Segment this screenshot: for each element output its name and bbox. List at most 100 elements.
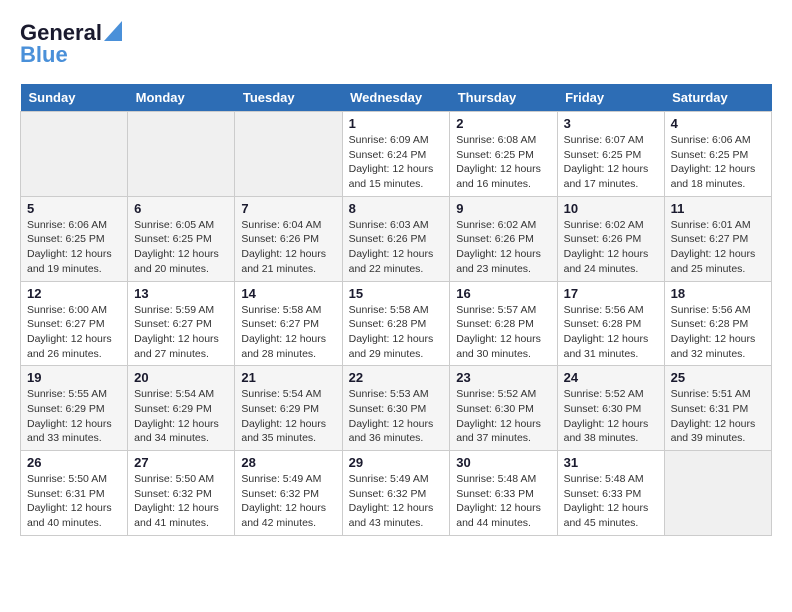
table-row: 11 Sunrise: 6:01 AMSunset: 6:27 PMDayligh… [664,196,771,281]
col-wednesday: Wednesday [342,84,450,112]
table-row: 6 Sunrise: 6:05 AMSunset: 6:25 PMDaylight… [128,196,235,281]
table-row: 31 Sunrise: 5:48 AMSunset: 6:33 PMDayligh… [557,451,664,536]
table-row: 18 Sunrise: 5:56 AMSunset: 6:28 PMDayligh… [664,281,771,366]
table-row [128,112,235,197]
table-row: 16 Sunrise: 5:57 AMSunset: 6:28 PMDayligh… [450,281,557,366]
day-info: Sunrise: 6:05 AMSunset: 6:25 PMDaylight:… [134,218,228,277]
day-info: Sunrise: 6:06 AMSunset: 6:25 PMDaylight:… [671,133,765,192]
day-info: Sunrise: 5:50 AMSunset: 6:32 PMDaylight:… [134,472,228,531]
logo: General Blue [20,20,122,68]
day-number: 2 [456,116,550,131]
day-info: Sunrise: 5:56 AMSunset: 6:28 PMDaylight:… [564,303,658,362]
logo-blue: Blue [20,42,68,68]
day-number: 3 [564,116,658,131]
day-number: 18 [671,286,765,301]
table-row: 22 Sunrise: 5:53 AMSunset: 6:30 PMDayligh… [342,366,450,451]
table-row: 8Sunrise: 6:03 AMSunset: 6:26 PMDaylight… [342,196,450,281]
col-saturday: Saturday [664,84,771,112]
day-number: 14 [241,286,335,301]
weekday-header-row: Sunday Monday Tuesday Wednesday Thursday… [21,84,772,112]
day-info: Sunrise: 5:49 AMSunset: 6:32 PMDaylight:… [349,472,444,531]
calendar-table: Sunday Monday Tuesday Wednesday Thursday… [20,84,772,536]
table-row: 13Sunrise: 5:59 AMSunset: 6:27 PMDayligh… [128,281,235,366]
day-number: 1 [349,116,444,131]
day-info: Sunrise: 5:54 AMSunset: 6:29 PMDaylight:… [241,387,335,446]
day-info: Sunrise: 5:48 AMSunset: 6:33 PMDaylight:… [456,472,550,531]
table-row: 21 Sunrise: 5:54 AMSunset: 6:29 PMDayligh… [235,366,342,451]
day-number: 6 [134,201,228,216]
table-row: 15 Sunrise: 5:58 AMSunset: 6:28 PMDayligh… [342,281,450,366]
col-friday: Friday [557,84,664,112]
day-number: 13 [134,286,228,301]
day-number: 10 [564,201,658,216]
day-number: 21 [241,370,335,385]
table-row: 24Sunrise: 5:52 AMSunset: 6:30 PMDayligh… [557,366,664,451]
table-row [664,451,771,536]
day-info: Sunrise: 6:02 AMSunset: 6:26 PMDaylight:… [456,218,550,277]
day-number: 9 [456,201,550,216]
day-number: 29 [349,455,444,470]
day-info: Sunrise: 5:58 AMSunset: 6:28 PMDaylight:… [349,303,444,362]
day-info: Sunrise: 6:00 AMSunset: 6:27 PMDaylight:… [27,303,121,362]
day-info: Sunrise: 5:52 AMSunset: 6:30 PMDaylight:… [564,387,658,446]
day-number: 17 [564,286,658,301]
day-info: Sunrise: 6:06 AMSunset: 6:25 PMDaylight:… [27,218,121,277]
table-row: 14 Sunrise: 5:58 AMSunset: 6:27 PMDayligh… [235,281,342,366]
calendar-week-row: 26 Sunrise: 5:50 AMSunset: 6:31 PMDayligh… [21,451,772,536]
day-info: Sunrise: 6:01 AMSunset: 6:27 PMDaylight:… [671,218,765,277]
table-row: 25Sunrise: 5:51 AMSunset: 6:31 PMDayligh… [664,366,771,451]
table-row: 2Sunrise: 6:08 AMSunset: 6:25 PMDaylight… [450,112,557,197]
calendar-week-row: 1Sunrise: 6:09 AMSunset: 6:24 PMDaylight… [21,112,772,197]
day-number: 8 [349,201,444,216]
table-row: 4Sunrise: 6:06 AMSunset: 6:25 PMDaylight… [664,112,771,197]
day-number: 26 [27,455,121,470]
table-row: 5Sunrise: 6:06 AMSunset: 6:25 PMDaylight… [21,196,128,281]
day-info: Sunrise: 6:07 AMSunset: 6:25 PMDaylight:… [564,133,658,192]
day-number: 7 [241,201,335,216]
col-sunday: Sunday [21,84,128,112]
col-thursday: Thursday [450,84,557,112]
day-info: Sunrise: 5:48 AMSunset: 6:33 PMDaylight:… [564,472,658,531]
day-number: 15 [349,286,444,301]
day-number: 19 [27,370,121,385]
day-info: Sunrise: 5:52 AMSunset: 6:30 PMDaylight:… [456,387,550,446]
day-number: 22 [349,370,444,385]
day-number: 20 [134,370,228,385]
day-info: Sunrise: 5:49 AMSunset: 6:32 PMDaylight:… [241,472,335,531]
day-number: 12 [27,286,121,301]
table-row: 28Sunrise: 5:49 AMSunset: 6:32 PMDayligh… [235,451,342,536]
day-info: Sunrise: 6:04 AMSunset: 6:26 PMDaylight:… [241,218,335,277]
table-row: 19 Sunrise: 5:55 AMSunset: 6:29 PMDayligh… [21,366,128,451]
col-tuesday: Tuesday [235,84,342,112]
table-row: 29 Sunrise: 5:49 AMSunset: 6:32 PMDayligh… [342,451,450,536]
table-row: 26 Sunrise: 5:50 AMSunset: 6:31 PMDayligh… [21,451,128,536]
table-row: 30 Sunrise: 5:48 AMSunset: 6:33 PMDayligh… [450,451,557,536]
day-number: 27 [134,455,228,470]
page-header: General Blue [20,20,772,68]
table-row: 17 Sunrise: 5:56 AMSunset: 6:28 PMDayligh… [557,281,664,366]
table-row: 27 Sunrise: 5:50 AMSunset: 6:32 PMDayligh… [128,451,235,536]
day-info: Sunrise: 5:56 AMSunset: 6:28 PMDaylight:… [671,303,765,362]
day-info: Sunrise: 5:55 AMSunset: 6:29 PMDaylight:… [27,387,121,446]
logo-triangle-icon [104,21,122,41]
day-info: Sunrise: 5:57 AMSunset: 6:28 PMDaylight:… [456,303,550,362]
day-info: Sunrise: 5:58 AMSunset: 6:27 PMDaylight:… [241,303,335,362]
calendar-week-row: 12 Sunrise: 6:00 AMSunset: 6:27 PMDayligh… [21,281,772,366]
day-number: 31 [564,455,658,470]
day-info: Sunrise: 5:50 AMSunset: 6:31 PMDaylight:… [27,472,121,531]
table-row: 9 Sunrise: 6:02 AMSunset: 6:26 PMDaylight… [450,196,557,281]
table-row: 3 Sunrise: 6:07 AMSunset: 6:25 PMDaylight… [557,112,664,197]
day-number: 11 [671,201,765,216]
calendar-week-row: 19 Sunrise: 5:55 AMSunset: 6:29 PMDayligh… [21,366,772,451]
calendar-week-row: 5Sunrise: 6:06 AMSunset: 6:25 PMDaylight… [21,196,772,281]
day-number: 16 [456,286,550,301]
table-row: 1Sunrise: 6:09 AMSunset: 6:24 PMDaylight… [342,112,450,197]
table-row: 12 Sunrise: 6:00 AMSunset: 6:27 PMDayligh… [21,281,128,366]
day-info: Sunrise: 6:02 AMSunset: 6:26 PMDaylight:… [564,218,658,277]
table-row: 23Sunrise: 5:52 AMSunset: 6:30 PMDayligh… [450,366,557,451]
day-info: Sunrise: 5:53 AMSunset: 6:30 PMDaylight:… [349,387,444,446]
table-row [235,112,342,197]
table-row: 20Sunrise: 5:54 AMSunset: 6:29 PMDayligh… [128,366,235,451]
day-number: 30 [456,455,550,470]
table-row [21,112,128,197]
